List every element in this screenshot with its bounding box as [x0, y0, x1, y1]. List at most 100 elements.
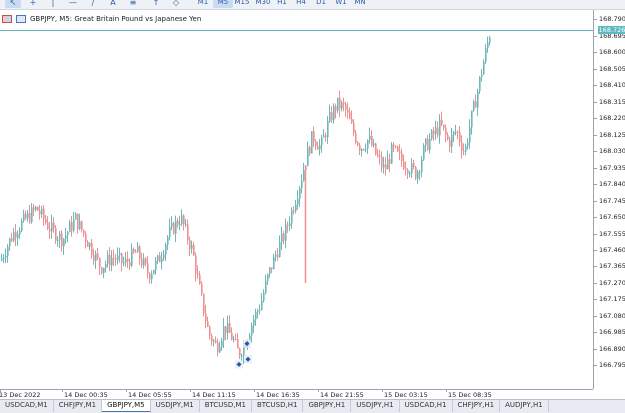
candle-body: [431, 130, 433, 139]
price-tick-label: 168.790: [599, 15, 625, 24]
candle-body: [301, 180, 303, 189]
shapes-icon[interactable]: ◇: [168, 0, 184, 8]
candle-body: [179, 223, 181, 225]
candle-body: [187, 224, 189, 240]
arrow-up-icon[interactable]: ↑: [148, 0, 164, 8]
timeframe-mn-button[interactable]: MN: [350, 0, 370, 8]
candle-body: [121, 253, 123, 264]
candle-body: [51, 222, 53, 232]
chart-tab-gbpjpy-m5[interactable]: GBPJPY,M5: [102, 400, 151, 412]
candle-body: [477, 91, 479, 108]
candle-body: [195, 255, 197, 274]
candle-body: [143, 258, 145, 266]
candle-body: [277, 254, 279, 258]
candle-body: [21, 220, 23, 231]
timeframe-m15-button[interactable]: M15: [232, 0, 252, 8]
chart-tab-btcusd-h1[interactable]: BTCUSD,H1: [252, 400, 304, 412]
horizontal-line-icon[interactable]: —: [65, 0, 81, 8]
cursor-icon[interactable]: ↖: [5, 0, 21, 8]
chart-tab-chfjpy-h1[interactable]: CHFJPY,H1: [453, 400, 501, 412]
timeframe-w1-button[interactable]: W1: [331, 0, 351, 8]
candle-body: [17, 234, 19, 238]
candle-body: [131, 249, 133, 266]
candle-body: [389, 159, 391, 164]
candle-body: [225, 326, 227, 333]
timeframe-h1-button[interactable]: H1: [272, 0, 292, 8]
candle-body: [421, 159, 423, 172]
candle-body: [415, 166, 417, 179]
candle-body: [223, 326, 225, 341]
time-tick-mark: [126, 389, 127, 392]
timeframe-d1-button[interactable]: D1: [311, 0, 331, 8]
candle-body: [401, 153, 403, 162]
candle-body: [57, 239, 59, 241]
candle-body: [479, 76, 481, 92]
candle-body: [193, 245, 195, 256]
chart-type-icon[interactable]: [2, 15, 12, 23]
candle-body: [371, 135, 373, 146]
price-tick-mark: [594, 68, 597, 70]
candle-body: [341, 102, 343, 109]
vertical-line-icon[interactable]: |: [45, 0, 61, 8]
one-click-trading-icon[interactable]: [16, 15, 26, 23]
candle-body: [365, 148, 367, 150]
candle-body: [61, 233, 63, 247]
candle-body: [155, 260, 157, 270]
time-tick-label: 14 Dec 05:55: [128, 391, 172, 399]
timeframe-h4-button[interactable]: H4: [291, 0, 311, 8]
candle-body: [465, 145, 467, 152]
price-tick-label: 167.080: [599, 311, 625, 320]
candle-body: [79, 221, 81, 230]
candle-body: [441, 119, 443, 125]
timeframe-m1-button[interactable]: M1: [193, 0, 213, 8]
chart-tab-usdcad-h1[interactable]: USDCAD,H1: [400, 400, 453, 412]
candle-body: [303, 170, 305, 181]
candle-body: [483, 61, 485, 75]
candle-body: [49, 228, 51, 232]
candle-body: [169, 226, 171, 238]
chart-tab-btcusd-m1[interactable]: BTCUSD,M1: [200, 400, 252, 412]
candle-body: [369, 135, 371, 140]
timeframe-m5-button[interactable]: M5: [213, 0, 233, 8]
candle-body: [165, 244, 167, 255]
candle-body: [13, 232, 15, 241]
chart-window[interactable]: GBPJPY, M5: Great Britain Pound vs Japan…: [0, 10, 625, 399]
candle-body: [151, 273, 153, 280]
chart-tab-usdjpy-h1[interactable]: USDJPY,H1: [351, 400, 400, 412]
price-chart[interactable]: [0, 10, 593, 389]
candle-body: [35, 206, 37, 210]
candle-body: [293, 210, 295, 212]
text-tool-icon[interactable]: A: [105, 0, 121, 8]
price-tick-mark: [594, 332, 597, 334]
trendline-icon[interactable]: ∕: [85, 0, 101, 8]
price-tick-label: 168.125: [599, 130, 625, 139]
price-tick-mark: [594, 266, 597, 268]
timeframe-m30-button[interactable]: M30: [253, 0, 273, 8]
chart-tab-usdcad-m1[interactable]: USDCAD,M1: [0, 400, 54, 412]
chart-toolbar: ↖ + | — ∕ A ≡ ↑ ◇ M1 M5 M15 M30 H1 H4 D1 W1 MN: [0, 0, 625, 10]
crosshair-icon[interactable]: +: [25, 0, 41, 8]
price-tick-mark: [594, 217, 597, 219]
candle-body: [63, 238, 65, 247]
candle-body: [107, 254, 109, 264]
chart-tab-chfjpy-m1[interactable]: CHFJPY,M1: [54, 400, 103, 412]
candle-body: [81, 221, 83, 231]
fibonacci-icon[interactable]: ≡: [125, 0, 141, 8]
candle-body: [295, 204, 297, 212]
candle-body: [239, 348, 241, 357]
price-tick-label: 168.220: [599, 114, 625, 123]
candle-body: [103, 267, 105, 273]
candle-body: [137, 246, 139, 253]
candle-body: [449, 139, 451, 147]
candle-body: [387, 159, 389, 170]
candle-body: [115, 258, 117, 260]
chart-tab-usdjpy-m1[interactable]: USDJPY,M1: [151, 400, 200, 412]
candle-body: [43, 208, 45, 219]
chart-tab-audjpy-h1[interactable]: AUDJPY,H1: [500, 400, 549, 412]
price-scale[interactable]: 168.790 168.695 168.600 168.505 168.410 168.3…: [593, 10, 625, 389]
candle-body: [177, 220, 179, 225]
candle-body: [15, 232, 17, 238]
candle-body: [349, 112, 351, 119]
candle-body: [427, 138, 429, 150]
chart-tab-gbpjpy-h1[interactable]: GBPJPY,H1: [303, 400, 352, 412]
